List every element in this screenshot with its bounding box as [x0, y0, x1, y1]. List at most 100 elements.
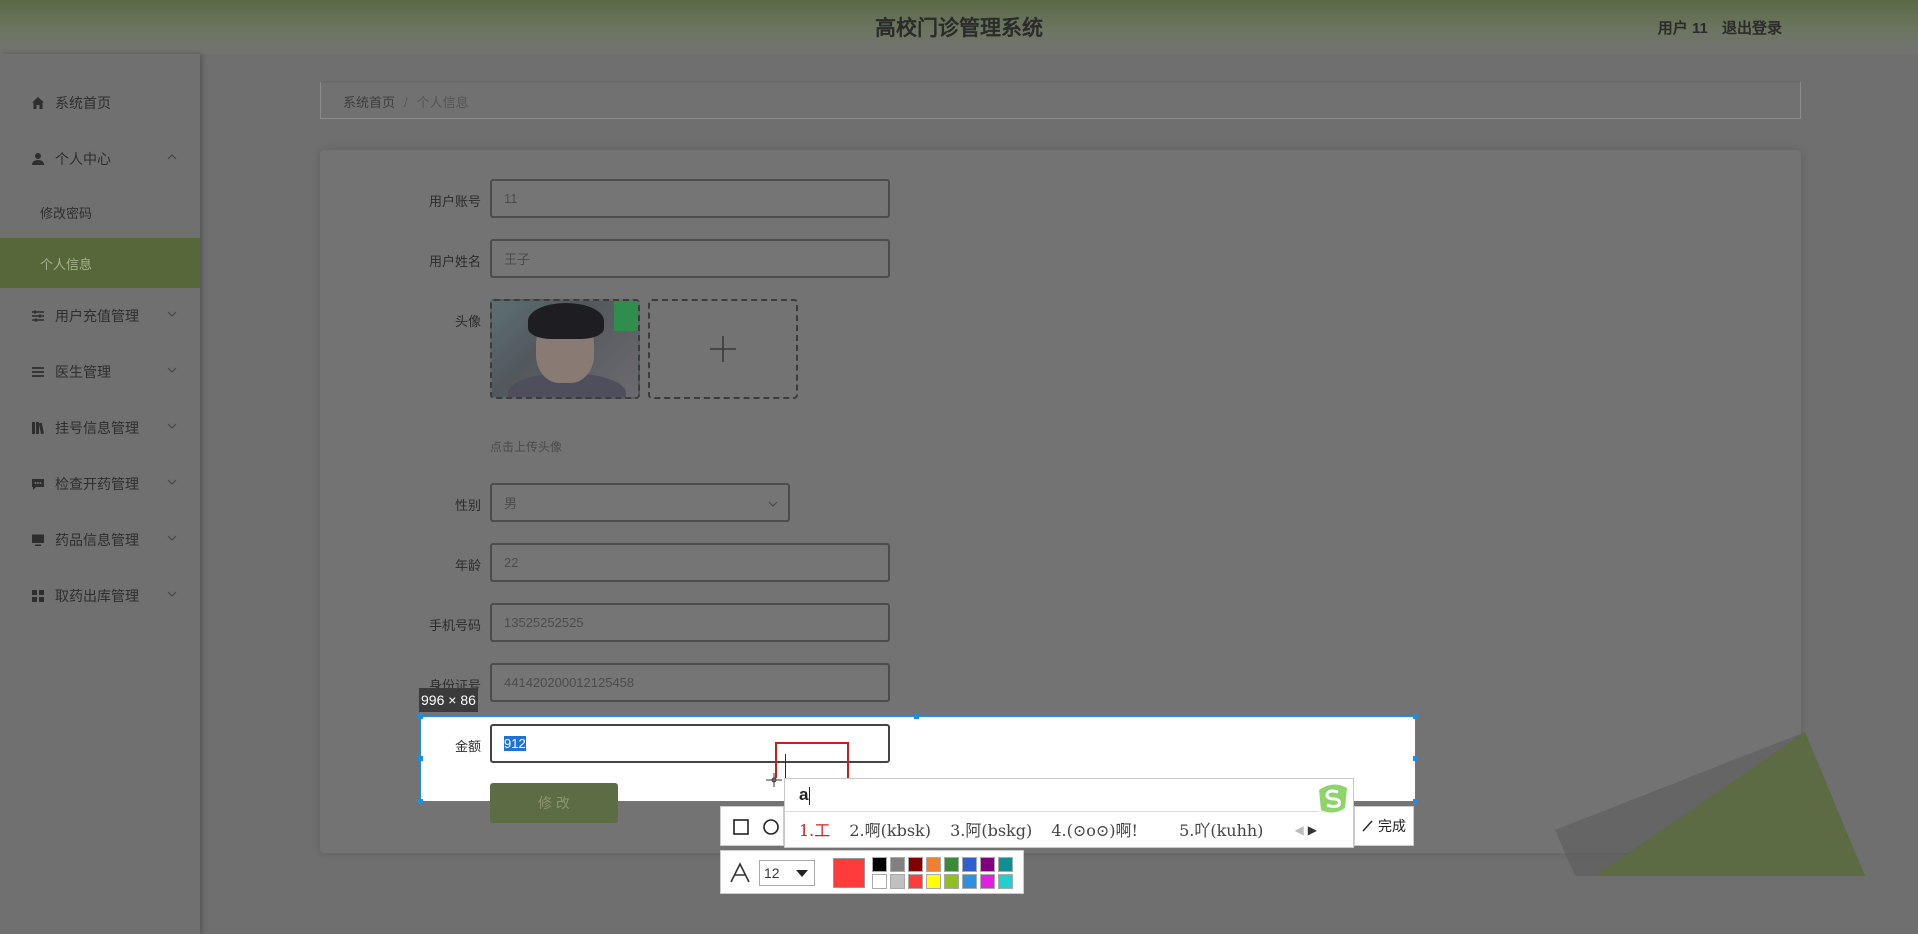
ime-composition-text: a: [799, 785, 809, 804]
color-swatch[interactable]: [980, 857, 995, 872]
phone-label: 手机号码: [428, 618, 481, 633]
color-swatch[interactable]: [872, 857, 887, 872]
gender-selected-value: 男: [504, 496, 518, 511]
color-swatch[interactable]: [998, 857, 1013, 872]
sidebar-item-label: 取药出库管理: [55, 588, 139, 604]
sidebar-item-doctors[interactable]: 医生管理: [0, 350, 200, 394]
name-field[interactable]: 王子: [490, 239, 890, 278]
sidebar-item-label: 个人中心: [55, 151, 111, 167]
color-swatch[interactable]: [962, 874, 977, 889]
sidebar-item-recharge[interactable]: 用户充值管理: [0, 294, 200, 338]
breadcrumb-current: 个人信息: [416, 95, 469, 110]
chevron-down-icon: [167, 535, 177, 541]
sidebar-item-label: 用户充值管理: [55, 308, 139, 324]
color-swatch[interactable]: [908, 857, 923, 872]
sidebar-item-label: 个人信息: [40, 256, 93, 272]
chevron-down-icon: [768, 501, 778, 507]
capture-toolbar: [720, 806, 784, 846]
color-swatch[interactable]: [890, 857, 905, 872]
gender-label: 性别: [454, 498, 481, 513]
capture-handle[interactable]: [1413, 714, 1418, 719]
sidebar-item-change-password[interactable]: 修改密码: [0, 187, 200, 237]
sidebar-item-personal-info[interactable]: 个人信息: [0, 238, 200, 288]
breadcrumb-separator: /: [404, 95, 408, 110]
ime-candidate[interactable]: 1.工: [799, 821, 830, 840]
book-icon: [30, 420, 46, 436]
check-icon: [1362, 820, 1373, 832]
font-size-value: 12: [764, 865, 780, 881]
account-label: 用户账号: [428, 194, 481, 209]
capture-handle[interactable]: [914, 714, 919, 719]
ime-next-icon[interactable]: ▶: [1308, 823, 1317, 837]
ellipse-tool-icon[interactable]: [763, 819, 779, 835]
amount-label: 金额: [454, 739, 481, 754]
chevron-up-icon: [167, 154, 177, 160]
ime-candidate[interactable]: 5.吖(kuhh): [1179, 821, 1263, 840]
amount-selected-value: 912: [504, 736, 526, 751]
sidebar-item-dispensing[interactable]: 取药出库管理: [0, 574, 200, 618]
breadcrumb-home[interactable]: 系统首页: [343, 95, 395, 110]
sidebar-item-label: 修改密码: [40, 205, 93, 221]
list-icon: [30, 364, 46, 380]
sogou-logo-icon: [1319, 784, 1347, 813]
sidebar-item-label: 系统首页: [55, 95, 111, 111]
breadcrumb: 系统首页 / 个人信息: [320, 81, 1801, 119]
app-header: 高校门诊管理系统 用户 11 退出登录: [0, 0, 1918, 54]
text-tool-icon[interactable]: [729, 862, 751, 884]
text-style-toolbar: 12: [720, 850, 1024, 894]
color-swatch[interactable]: [944, 857, 959, 872]
sidebar-item-label: 医生管理: [55, 364, 111, 380]
chevron-down-icon: [167, 367, 177, 373]
done-button[interactable]: 完成: [1354, 806, 1414, 846]
avatar-upload-button[interactable]: [648, 299, 798, 399]
color-swatch[interactable]: [890, 874, 905, 889]
capture-handle[interactable]: [1413, 799, 1418, 804]
sidebar-item-registration[interactable]: 挂号信息管理: [0, 406, 200, 450]
current-color-swatch[interactable]: [833, 858, 865, 888]
avatar[interactable]: [490, 299, 640, 399]
monitor-icon: [30, 532, 46, 548]
logout-link[interactable]: 退出登录: [1722, 20, 1782, 37]
message-icon: [30, 476, 46, 492]
color-swatch[interactable]: [926, 874, 941, 889]
avatar-upload-hint: 点击上传头像: [490, 440, 563, 454]
sidebar: 系统首页 个人中心 修改密码 个人信息 用户充值管理 医生管理 挂号信息管理 检…: [0, 54, 200, 934]
capture-handle[interactable]: [1413, 756, 1418, 761]
ime-candidate[interactable]: 2.啊(kbsk): [849, 821, 931, 840]
font-size-select[interactable]: 12: [759, 860, 815, 886]
rectangle-tool-icon[interactable]: [733, 819, 749, 835]
done-label: 完成: [1378, 818, 1406, 834]
app-title: 高校门诊管理系统: [875, 17, 1043, 40]
ime-candidate[interactable]: 4.(⊙o⊙)啊!: [1051, 821, 1138, 840]
ime-candidate-window: a 1.工 2.啊(kbsk) 3.阿(bskg) 4.(⊙o⊙)啊! 5.吖(…: [784, 778, 1354, 848]
capture-handle[interactable]: [418, 756, 423, 761]
age-label: 年龄: [454, 558, 481, 573]
gender-select[interactable]: 男: [490, 483, 790, 522]
user-name: 用户 11: [1657, 20, 1708, 37]
color-swatch[interactable]: [944, 874, 959, 889]
submit-button[interactable]: 修 改: [490, 783, 618, 823]
color-swatch[interactable]: [926, 857, 941, 872]
color-swatch[interactable]: [872, 874, 887, 889]
account-field[interactable]: 11: [490, 179, 890, 218]
ime-prev-icon[interactable]: ◀: [1295, 823, 1304, 837]
sidebar-item-home[interactable]: 系统首页: [0, 81, 200, 125]
age-field[interactable]: 22: [490, 543, 890, 582]
chevron-down-icon: [796, 870, 808, 877]
capture-handle[interactable]: [418, 799, 423, 804]
color-swatch[interactable]: [998, 874, 1013, 889]
sidebar-item-prescriptions[interactable]: 检查开药管理: [0, 462, 200, 506]
sidebar-item-label: 检查开药管理: [55, 476, 139, 492]
phone-field[interactable]: 13525252525: [490, 603, 890, 642]
color-swatch[interactable]: [962, 857, 977, 872]
chevron-down-icon: [167, 591, 177, 597]
grid-icon: [30, 588, 46, 604]
ime-candidate[interactable]: 3.阿(bskg): [950, 821, 1032, 840]
sidebar-item-personal-center[interactable]: 个人中心: [0, 137, 200, 181]
idcard-field[interactable]: 441420200012125458: [490, 663, 890, 702]
capture-handle[interactable]: [418, 714, 423, 719]
color-swatch[interactable]: [980, 874, 995, 889]
color-swatch[interactable]: [908, 874, 923, 889]
sidebar-item-medicines[interactable]: 药品信息管理: [0, 518, 200, 562]
decorative-triangle: [1555, 732, 1865, 876]
